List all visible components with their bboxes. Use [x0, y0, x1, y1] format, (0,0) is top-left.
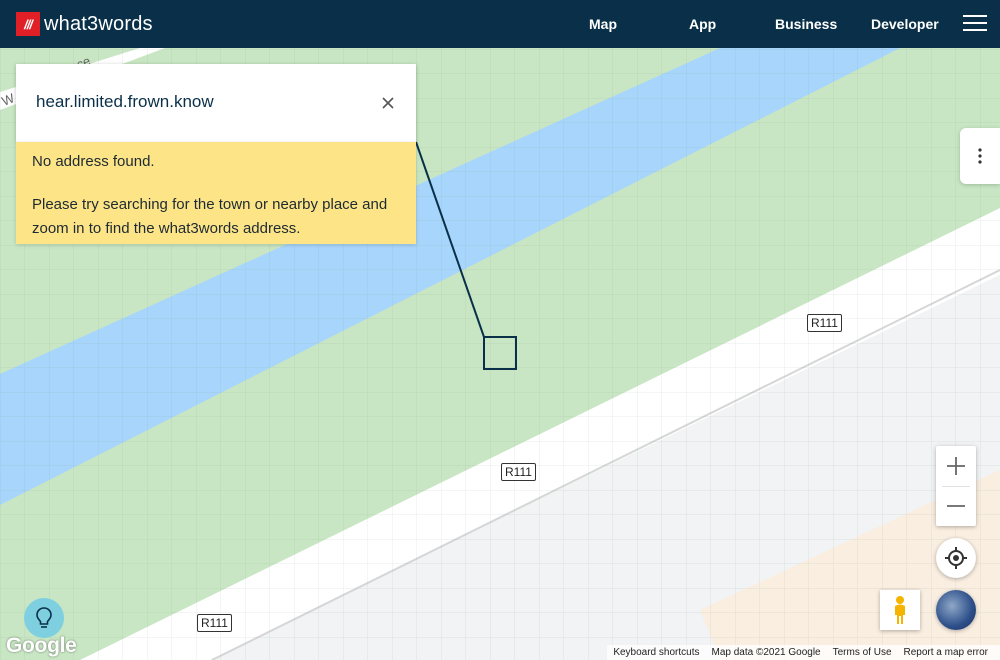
- road-shield: R111: [501, 463, 536, 481]
- logo-mark: ///: [16, 12, 40, 36]
- top-navigation-bar: /// what3words Map App Business Develope…: [0, 0, 1000, 48]
- nav-developer[interactable]: Developer: [871, 0, 939, 48]
- pegman-icon[interactable]: [880, 590, 920, 630]
- road-shield: R111: [807, 314, 842, 332]
- search-input[interactable]: [36, 92, 356, 112]
- google-logo: Google: [6, 634, 77, 657]
- notice-title: No address found.: [32, 153, 155, 170]
- road-shield: R111: [197, 614, 232, 632]
- close-icon[interactable]: [378, 93, 398, 113]
- hamburger-icon[interactable]: [963, 15, 987, 33]
- nav-map[interactable]: Map: [589, 0, 617, 48]
- keyboard-shortcuts-link[interactable]: Keyboard shortcuts: [607, 647, 705, 658]
- search-card: [16, 64, 416, 142]
- kebab-icon[interactable]: [960, 128, 1000, 184]
- logo[interactable]: /// what3words: [16, 12, 153, 36]
- plus-icon[interactable]: [936, 446, 976, 486]
- nav-app[interactable]: App: [689, 0, 716, 48]
- zoom-controls: [936, 446, 976, 526]
- nav-business[interactable]: Business: [775, 0, 837, 48]
- terms-link[interactable]: Terms of Use: [827, 647, 898, 658]
- map-data-text: Map data ©2021 Google: [711, 647, 821, 658]
- map-attribution: Keyboard shortcuts Map data ©2021 Google…: [607, 645, 1000, 660]
- lightbulb-icon[interactable]: [24, 598, 64, 638]
- notice-body: Please try searching for the town or nea…: [32, 196, 388, 237]
- logo-text: what3words: [44, 12, 153, 35]
- no-address-notice: No address found. Please try searching f…: [16, 142, 416, 244]
- minus-icon[interactable]: [936, 486, 976, 526]
- report-error-link[interactable]: Report a map error: [898, 647, 994, 658]
- globe-icon[interactable]: [936, 590, 976, 630]
- crosshair-icon[interactable]: [936, 538, 976, 578]
